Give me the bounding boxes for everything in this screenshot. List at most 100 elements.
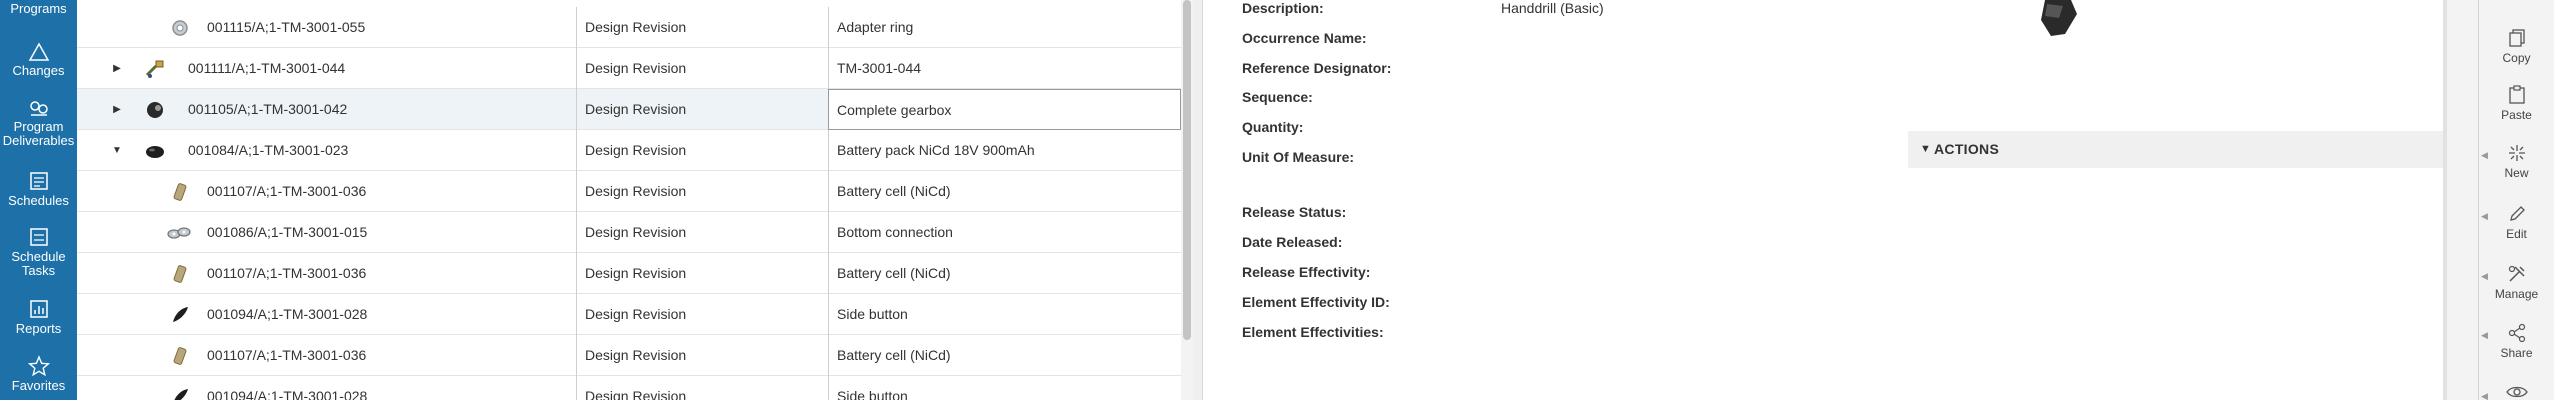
sparkle-new-icon	[2508, 145, 2525, 161]
share-button[interactable]: Share	[2479, 323, 2554, 360]
panel-splitter[interactable]	[1193, 0, 1203, 400]
release-status-label: Release Status:	[1242, 204, 1347, 220]
part-name[interactable]: 001105/A;1-TM-3001-042	[188, 89, 347, 130]
nav-schedule-tasks[interactable]: Schedule Tasks	[0, 226, 77, 278]
copy-button[interactable]: Copy	[2479, 28, 2554, 65]
paste-label: Paste	[2501, 108, 2532, 122]
unit-of-measure-label: Unit Of Measure:	[1242, 149, 1355, 165]
part-name[interactable]: 001084/A;1-TM-3001-023	[188, 130, 348, 171]
table-row[interactable]: 001107/A;1-TM-3001-036 Design Revision B…	[77, 171, 1181, 212]
edit-button[interactable]: Edit	[2479, 204, 2554, 241]
description-cell[interactable]: Battery cell (NiCd)	[828, 171, 1181, 212]
type-cell: Design Revision	[576, 294, 828, 335]
nav-schedule-tasks-label-1: Schedule	[11, 249, 66, 264]
manage-label: Manage	[2494, 287, 2539, 301]
nav-reports-label: Reports	[15, 321, 62, 336]
nav-changes-label: Changes	[12, 63, 65, 78]
triangle-icon	[28, 42, 49, 61]
table-row[interactable]: ▶ 001111/A;1-TM-3001-044 Design Revision…	[77, 48, 1181, 89]
nav-program-deliverables[interactable]: Program Deliverables	[0, 98, 77, 148]
eye-icon	[2505, 386, 2528, 398]
table-row[interactable]: ▼ 001084/A;1-TM-3001-023 Design Revision…	[77, 130, 1181, 171]
nav-schedules-label: Schedules	[8, 193, 69, 208]
pencil-icon	[2509, 206, 2525, 221]
part-name[interactable]: 001115/A;1-TM-3001-055	[207, 7, 365, 48]
paste-button[interactable]: Paste	[2479, 85, 2554, 122]
copy-icon	[2508, 29, 2525, 47]
quantity-label: Quantity:	[1242, 119, 1304, 135]
table-row[interactable]: 001115/A;1-TM-3001-055 Design Revision A…	[77, 7, 1181, 48]
properties-panel: Description: Handdrill (Basic) Occurrenc…	[1203, 0, 2445, 400]
nav-changes[interactable]: Changes	[0, 42, 77, 78]
nav-reports[interactable]: Reports	[0, 298, 77, 336]
nav-favorites[interactable]: Favorites	[0, 355, 77, 393]
tools-icon	[2508, 265, 2525, 282]
table-row[interactable]: 001094/A;1-TM-3001-028 Design Revision S…	[77, 376, 1181, 400]
description-cell[interactable]: Side button	[828, 294, 1181, 335]
nav-programs-label: Programs	[10, 1, 67, 16]
actions-caret-icon: ▼	[1920, 143, 1931, 155]
description-cell[interactable]: Adapter ring	[828, 7, 1181, 48]
scrollbar-thumb[interactable]	[1183, 0, 1191, 340]
share-icon	[2508, 323, 2525, 343]
schedule-icon	[29, 172, 48, 190]
type-cell: Design Revision	[576, 89, 828, 130]
description-cell[interactable]: Battery cell (NiCd)	[828, 253, 1181, 294]
actions-label: ACTIONS	[1934, 141, 2000, 157]
date-released-label: Date Released:	[1242, 234, 1343, 250]
type-cell: Design Revision	[576, 253, 828, 294]
sequence-label: Sequence:	[1242, 89, 1313, 105]
table-scrollbar[interactable]	[1181, 0, 1193, 400]
description-cell[interactable]: Side button	[828, 376, 1181, 400]
table-row-selected[interactable]: ▶ 001105/A;1-TM-3001-042 Design Revision…	[77, 89, 1181, 130]
type-cell: Design Revision	[576, 335, 828, 376]
description-value: Handdrill (Basic)	[1501, 0, 1604, 16]
star-icon	[27, 355, 50, 377]
release-effectivity-label: Release Effectivity:	[1242, 264, 1371, 280]
paste-icon	[2508, 85, 2525, 104]
structure-table: 001115/A;1-TM-3001-055 Design Revision A…	[77, 0, 1181, 400]
table-row[interactable]: 001094/A;1-TM-3001-028 Design Revision S…	[77, 294, 1181, 335]
table-row[interactable]: 001107/A;1-TM-3001-036 Design Revision B…	[77, 335, 1181, 376]
element-effectivities-label: Element Effectivities:	[1242, 324, 1384, 340]
part-name[interactable]: 001107/A;1-TM-3001-036	[207, 335, 366, 376]
part-name[interactable]: 001094/A;1-TM-3001-028	[207, 376, 367, 400]
report-icon	[29, 300, 48, 318]
left-navigation: Programs Changes Program Deliverables Sc…	[0, 0, 77, 400]
part-name[interactable]: 001111/A;1-TM-3001-044	[188, 48, 345, 89]
description-cell[interactable]: TM-3001-044	[828, 48, 1181, 89]
description-cell[interactable]: Bottom connection	[828, 212, 1181, 253]
table-row[interactable]: 001086/A;1-TM-3001-015 Design Revision B…	[77, 212, 1181, 253]
nav-schedules[interactable]: Schedules	[0, 170, 77, 208]
type-cell: Design Revision	[576, 130, 828, 171]
new-button[interactable]: New	[2479, 143, 2554, 180]
description-cell[interactable]: Battery pack NiCd 18V 900mAh	[828, 130, 1181, 171]
type-cell: Design Revision	[576, 171, 828, 212]
edit-label: Edit	[2506, 227, 2527, 241]
nav-favorites-label: Favorites	[11, 378, 66, 393]
nav-program-deliverables-label-1: Program	[13, 119, 64, 134]
actions-section-header[interactable]: ▼ ACTIONS	[1908, 131, 2445, 168]
deliverables-icon	[29, 101, 48, 116]
description-cell-selected[interactable]: Complete gearbox	[828, 89, 1181, 130]
manage-button[interactable]: Manage	[2479, 264, 2554, 301]
new-label: New	[2504, 166, 2529, 180]
part-name[interactable]: 001094/A;1-TM-3001-028	[207, 294, 367, 335]
nav-schedule-tasks-label-2: Tasks	[21, 263, 56, 278]
element-effectivity-id-label: Element Effectivity ID:	[1242, 294, 1390, 310]
description-cell[interactable]: Battery cell (NiCd)	[828, 335, 1181, 376]
tasks-icon	[29, 228, 48, 246]
nav-programs[interactable]: Programs	[0, 2, 77, 16]
copy-label: Copy	[2502, 51, 2531, 65]
type-cell: Design Revision	[576, 7, 828, 48]
view-button[interactable]	[2479, 384, 2554, 400]
table-row[interactable]: 001107/A;1-TM-3001-036 Design Revision B…	[77, 253, 1181, 294]
part-name[interactable]: 001107/A;1-TM-3001-036	[207, 253, 366, 294]
nav-program-deliverables-label-2: Deliverables	[2, 133, 75, 148]
type-cell: Design Revision	[576, 48, 828, 89]
description-label: Description:	[1242, 0, 1324, 16]
part-name[interactable]: 001107/A;1-TM-3001-036	[207, 171, 366, 212]
share-label: Share	[2500, 346, 2533, 360]
part-name[interactable]: 001086/A;1-TM-3001-015	[207, 212, 367, 253]
type-cell: Design Revision	[576, 212, 828, 253]
